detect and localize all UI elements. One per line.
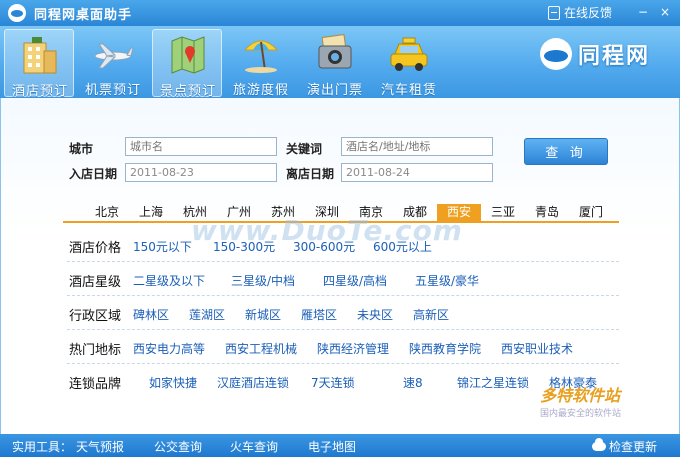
filter-option[interactable]: 未央区 — [357, 306, 393, 323]
city-input[interactable] — [125, 137, 277, 156]
tool-label: 酒店预订 — [11, 84, 68, 99]
filter-title: 酒店星级 — [69, 275, 122, 290]
city-tab-shanghai[interactable]: 上海 — [131, 204, 171, 221]
brand-logo: 同程网 — [540, 38, 650, 70]
tool-weather-link[interactable]: 天气预报 — [76, 438, 124, 455]
filter-row-chain: 连锁品牌 如家快捷 汉庭酒店连锁 7天连锁 速8 锦江之星连锁 格林豪泰 — [67, 364, 619, 398]
app-logo-icon — [8, 4, 26, 22]
filter-option[interactable]: 碑林区 — [133, 306, 169, 323]
filter-row-district: 行政区域 碑林区 莲湖区 新城区 雁塔区 未央区 高新区 — [67, 296, 619, 330]
tool-show-tickets[interactable]: 演出门票 — [300, 29, 370, 98]
filter-option[interactable]: 速8 — [403, 374, 423, 391]
city-tab-qingdao[interactable]: 青岛 — [527, 204, 567, 221]
app-title: 同程网桌面助手 — [34, 7, 133, 23]
check-update-label: 检查更新 — [609, 440, 658, 454]
checkout-label: 离店日期 — [286, 167, 335, 181]
keyword-input[interactable] — [341, 137, 493, 156]
filter-option[interactable]: 150-300元 — [213, 238, 275, 255]
checkin-date-input[interactable] — [125, 163, 277, 182]
tool-label: 景点预订 — [159, 84, 216, 99]
filter-row-price: 酒店价格 150元以下 150-300元 300-600元 600元以上 — [67, 228, 619, 262]
map-icon — [171, 36, 205, 74]
edit-icon — [548, 5, 560, 20]
filter-title: 酒店价格 — [69, 241, 122, 256]
filter-option[interactable]: 五星级/豪华 — [415, 272, 479, 289]
category-toolbar: 酒店预订 机票预订 景点预订 旅游度假 演出门票 汽车租赁 同程网 — [0, 26, 680, 99]
tool-label: 机票预订 — [84, 83, 141, 98]
tool-label: 旅游度假 — [232, 83, 289, 98]
filter-option[interactable]: 陕西教育学院 — [409, 340, 481, 357]
filter-option[interactable]: 三星级/中档 — [231, 272, 295, 289]
tool-map-link[interactable]: 电子地图 — [308, 438, 356, 455]
filter-option[interactable]: 300-600元 — [293, 238, 355, 255]
filter-option[interactable]: 7天连锁 — [311, 374, 355, 391]
brand-name: 同程网 — [578, 44, 651, 69]
filter-option[interactable]: 二星级及以下 — [133, 272, 205, 289]
corner-watermark-title: 多特软件站 — [540, 386, 621, 405]
tools-label: 实用工具： — [12, 440, 73, 454]
minimize-button[interactable]: − — [634, 4, 652, 20]
filter-row-star: 酒店星级 二星级及以下 三星级/中档 四星级/高档 五星级/豪华 — [67, 262, 619, 296]
city-tab-beijing[interactable]: 北京 — [87, 204, 127, 221]
filter-title: 连锁品牌 — [69, 377, 122, 392]
filter-option[interactable]: 西安职业技术 — [501, 340, 573, 357]
camera-ticket-icon — [318, 33, 352, 69]
tool-hotel-booking[interactable]: 酒店预订 — [4, 29, 74, 99]
tool-attraction-booking[interactable]: 景点预订 — [152, 29, 222, 99]
filter-title: 热门地标 — [69, 343, 122, 358]
corner-watermark-subtitle: 国内最安全的软件站 — [540, 409, 622, 419]
feedback-label: 在线反馈 — [564, 6, 613, 20]
feedback-link[interactable]: 在线反馈 — [548, 4, 612, 21]
tool-label: 演出门票 — [306, 83, 363, 98]
close-button[interactable]: × — [656, 4, 674, 20]
filter-row-landmark: 热门地标 西安电力高等 西安工程机械 陕西经济管理 陕西教育学院 西安职业技术 — [67, 330, 619, 364]
tool-bus-link[interactable]: 公交查询 — [154, 438, 202, 455]
filter-option[interactable]: 雁塔区 — [301, 306, 337, 323]
filter-option[interactable]: 西安工程机械 — [225, 340, 297, 357]
beach-umbrella-icon — [243, 40, 279, 73]
filter-title: 行政区域 — [69, 309, 122, 324]
title-bar: 同程网桌面助手 在线反馈 − × — [0, 0, 680, 26]
check-update-button[interactable]: 检查更新 — [592, 438, 657, 455]
brand-mark-icon — [540, 38, 572, 70]
city-label: 城市 — [69, 142, 94, 156]
checkin-label: 入店日期 — [69, 167, 118, 181]
filter-option[interactable]: 西安电力高等 — [133, 340, 205, 357]
checkout-date-input[interactable] — [341, 163, 493, 182]
cloud-icon — [592, 438, 606, 451]
filter-option[interactable]: 四星级/高档 — [323, 272, 387, 289]
keyword-label: 关键词 — [286, 142, 323, 156]
tool-train-link[interactable]: 火车查询 — [230, 438, 278, 455]
footer-bar: 实用工具： 天气预报 公交查询 火车查询 电子地图 检查更新 — [0, 434, 680, 457]
tool-vacation[interactable]: 旅游度假 — [226, 29, 296, 98]
tool-car-rental[interactable]: 汽车租赁 — [374, 29, 444, 98]
filter-option[interactable]: 高新区 — [413, 306, 449, 323]
tool-flight-booking[interactable]: 机票预订 — [78, 29, 148, 98]
city-tab-sanya[interactable]: 三亚 — [483, 204, 523, 221]
filter-option[interactable]: 600元以上 — [373, 238, 432, 255]
filter-option[interactable]: 新城区 — [245, 306, 281, 323]
filter-option[interactable]: 汉庭酒店连锁 — [217, 374, 289, 391]
city-tab-xiamen[interactable]: 厦门 — [571, 204, 611, 221]
filter-option[interactable]: 150元以下 — [133, 238, 192, 255]
filter-option[interactable]: 陕西经济管理 — [317, 340, 389, 357]
filter-option[interactable]: 如家快捷 — [149, 374, 197, 391]
filter-option[interactable]: 锦江之星连锁 — [457, 374, 529, 391]
filter-option[interactable]: 莲湖区 — [189, 306, 225, 323]
search-button[interactable]: 查 询 — [524, 138, 608, 165]
tool-label: 汽车租赁 — [380, 83, 437, 98]
corner-watermark: 多特软件站 国内最安全的软件站 — [540, 382, 621, 419]
airplane-icon — [94, 43, 133, 69]
hotel-icon — [23, 37, 57, 74]
taxi-icon — [390, 37, 428, 71]
